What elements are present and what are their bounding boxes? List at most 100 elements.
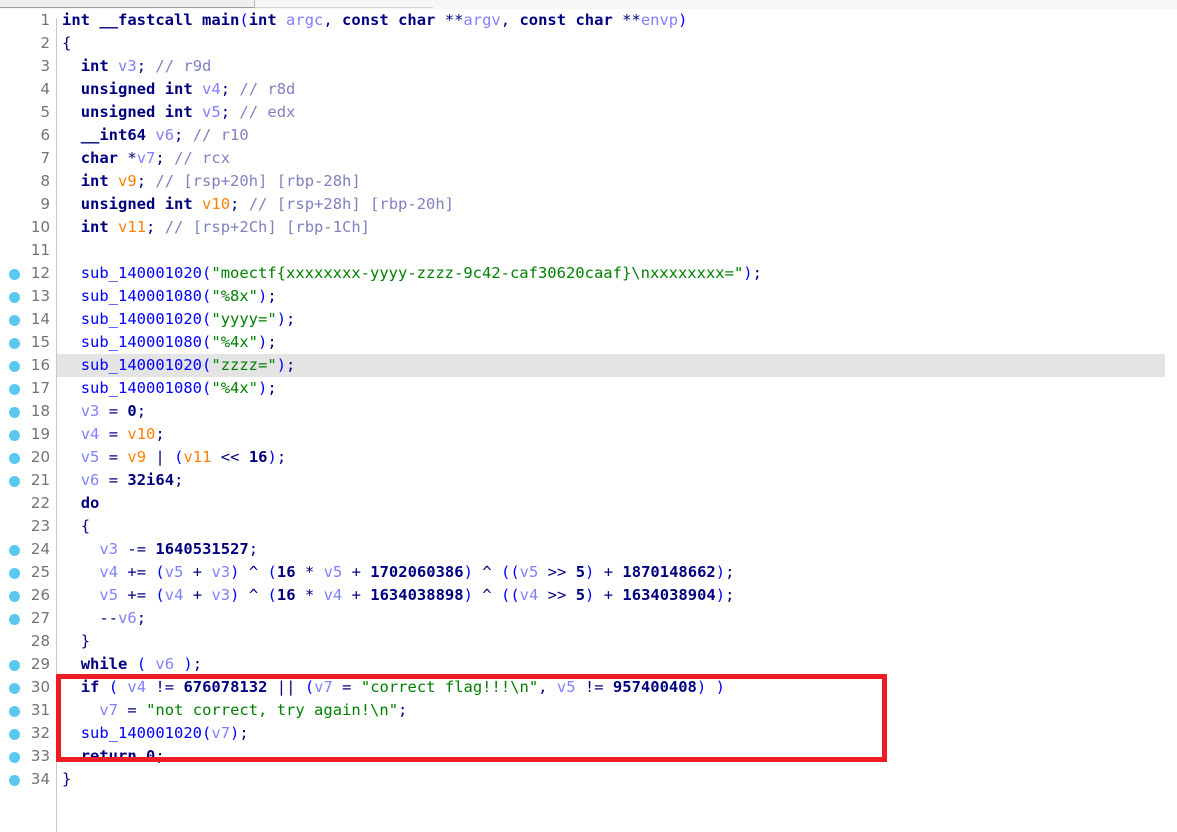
code-text[interactable]: sub_140001080("%4x"); [62,331,277,354]
code-line[interactable]: 1 int __fastcall main(int argc, const cha… [0,9,1177,32]
code-line-background [57,423,1165,446]
line-number: 8 [40,172,50,190]
code-text[interactable]: v4 = v10; [62,423,165,446]
tab-active[interactable] [0,0,255,8]
code-line[interactable]: 19 v4 = v10; [0,423,1177,446]
code-line[interactable]: 14 sub_140001020("yyyy="); [0,308,1177,331]
code-line-background [57,400,1165,423]
code-line[interactable]: 31 v7 = "not correct, try again!\n"; [0,699,1177,722]
line-number: 12 [30,264,50,282]
code-line[interactable]: 3 int v3; // r9d [0,55,1177,78]
code-text[interactable]: sub_140001080("%4x"); [62,377,277,400]
code-text[interactable]: int v11; // [rsp+2Ch] [rbp-1Ch] [62,216,370,239]
code-line[interactable]: 13 sub_140001080("%8x"); [0,285,1177,308]
code-text[interactable]: } [62,630,90,653]
line-number: 14 [30,310,50,328]
code-line[interactable]: 7 char *v7; // rcx [0,147,1177,170]
code-line[interactable]: 23 { [0,515,1177,538]
code-line[interactable]: 16 sub_140001020("zzzz="); [0,354,1177,377]
code-line[interactable]: 10 int v11; // [rsp+2Ch] [rbp-1Ch] [0,216,1177,239]
code-text[interactable]: v5 += (v4 + v3) ^ (16 * v4 + 1634038898)… [62,584,734,607]
line-number: 5 [40,103,50,121]
code-text[interactable]: unsigned int v5; // edx [62,101,296,124]
line-number: 6 [40,126,50,144]
code-line[interactable]: 22 do [0,492,1177,515]
line-number: 17 [30,379,50,397]
pseudocode-view[interactable]: 1 int __fastcall main(int argc, const cha… [0,9,1177,832]
line-number: 22 [30,494,50,512]
line-number: 30 [30,678,50,696]
code-line[interactable]: 18 v3 = 0; [0,400,1177,423]
code-text[interactable]: v3 = 0; [62,400,146,423]
code-line[interactable]: 32 sub_140001020(v7); [0,722,1177,745]
code-line[interactable]: 11 [0,239,1177,262]
code-text[interactable]: sub_140001020("yyyy="); [62,308,296,331]
code-line[interactable]: 27 --v6; [0,607,1177,630]
code-text[interactable]: v5 = v9 | (v11 << 16); [62,446,286,469]
code-line[interactable]: 8 int v9; // [rsp+20h] [rbp-28h] [0,170,1177,193]
code-text[interactable]: unsigned int v4; // r8d [62,78,296,101]
tab-strip[interactable] [0,0,1177,9]
code-text[interactable]: { [62,515,90,538]
code-line-background [57,469,1165,492]
line-number: 34 [30,770,50,788]
line-number: 32 [30,724,50,742]
line-number: 3 [40,57,50,75]
code-text[interactable]: return 0; [62,745,165,768]
code-line[interactable]: 33 return 0; [0,745,1177,768]
code-line[interactable]: 17 sub_140001080("%4x"); [0,377,1177,400]
code-line[interactable]: 24 v3 -= 1640531527; [0,538,1177,561]
code-text[interactable]: while ( v6 ); [62,653,202,676]
line-number: 33 [30,747,50,765]
line-number: 20 [30,448,50,466]
code-line[interactable]: 28 } [0,630,1177,653]
code-line[interactable]: 5 unsigned int v5; // edx [0,101,1177,124]
code-line[interactable]: 15 sub_140001080("%4x"); [0,331,1177,354]
code-text[interactable]: int v3; // r9d [62,55,212,78]
code-line[interactable]: 26 v5 += (v4 + v3) ^ (16 * v4 + 16340388… [0,584,1177,607]
code-text[interactable]: v4 += (v5 + v3) ^ (16 * v5 + 1702060386)… [62,561,734,584]
code-line[interactable]: 4 unsigned int v4; // r8d [0,78,1177,101]
code-text[interactable]: v7 = "not correct, try again!\n"; [62,699,407,722]
line-number: 4 [40,80,50,98]
line-number: 21 [30,471,50,489]
line-number: 11 [30,241,50,259]
line-number: 18 [30,402,50,420]
line-number: 31 [30,701,50,719]
code-text[interactable]: if ( v4 != 676078132 || (v7 = "correct f… [62,676,725,699]
code-line-list: 1 int __fastcall main(int argc, const cha… [0,9,1177,791]
code-text[interactable]: __int64 v6; // r10 [62,124,249,147]
line-number: 15 [30,333,50,351]
code-line[interactable]: 29 while ( v6 ); [0,653,1177,676]
code-line-background [57,630,1165,653]
code-line-background [57,607,1165,630]
code-line[interactable]: 2{ [0,32,1177,55]
code-line[interactable]: 9 unsigned int v10; // [rsp+28h] [rbp-20… [0,193,1177,216]
code-text[interactable]: sub_140001020(v7); [62,722,249,745]
code-text[interactable]: { [62,32,71,55]
tab-inactive[interactable] [255,0,433,8]
code-line[interactable]: 6 __int64 v6; // r10 [0,124,1177,147]
code-text[interactable]: sub_140001020("moectf{xxxxxxxx-yyyy-zzzz… [62,262,762,285]
line-number: 19 [30,425,50,443]
code-line[interactable]: 34} [0,768,1177,791]
code-line-background [57,239,1165,262]
code-text[interactable]: int __fastcall main(int argc, const char… [62,9,687,32]
code-text[interactable]: do [62,492,100,515]
code-text[interactable]: v6 = 32i64; [62,469,184,492]
code-text[interactable]: int v9; // [rsp+20h] [rbp-28h] [62,170,361,193]
code-text[interactable]: sub_140001080("%8x"); [62,285,277,308]
code-text[interactable]: unsigned int v10; // [rsp+28h] [rbp-20h] [62,193,454,216]
code-text[interactable]: char *v7; // rcx [62,147,230,170]
code-text[interactable]: --v6; [62,607,146,630]
code-line[interactable]: 30 if ( v4 != 676078132 || (v7 = "correc… [0,676,1177,699]
line-number: 23 [30,517,50,535]
code-text[interactable]: sub_140001020("zzzz="); [62,354,296,377]
code-line[interactable]: 12 sub_140001020("moectf{xxxxxxxx-yyyy-z… [0,262,1177,285]
code-line[interactable]: 21 v6 = 32i64; [0,469,1177,492]
code-text[interactable]: } [62,768,71,791]
code-line[interactable]: 20 v5 = v9 | (v11 << 16); [0,446,1177,469]
line-number: 10 [30,218,50,236]
code-text[interactable]: v3 -= 1640531527; [62,538,258,561]
code-line[interactable]: 25 v4 += (v5 + v3) ^ (16 * v5 + 17020603… [0,561,1177,584]
